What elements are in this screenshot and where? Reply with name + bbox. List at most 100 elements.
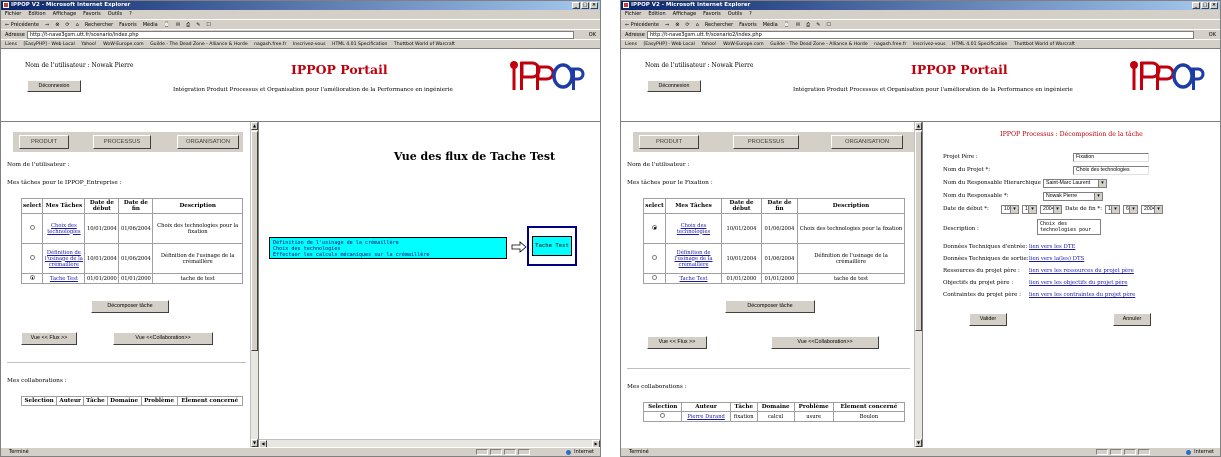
task-radio[interactable] xyxy=(652,275,657,280)
stop-button[interactable]: ⊗ xyxy=(55,20,59,29)
menu-fichier[interactable]: Fichier xyxy=(625,10,641,19)
view-flux-button[interactable]: Vue << Flux >> xyxy=(647,336,707,349)
menu-favoris[interactable]: Favoris xyxy=(703,10,721,19)
objectives-link[interactable]: lien vers les objectifs du projet père xyxy=(1029,280,1128,286)
collab-radio[interactable] xyxy=(660,413,666,418)
left-scrollbar[interactable]: ▲ ▼ xyxy=(250,122,258,447)
scroll-thumb[interactable] xyxy=(251,131,258,351)
task-radio-selected[interactable] xyxy=(652,225,657,230)
history-icon[interactable]: ⌚ xyxy=(164,20,170,29)
link-nagash[interactable]: nagash.free.fr xyxy=(874,42,906,47)
link-thottbot[interactable]: Thottbot World of Warcraft xyxy=(394,42,455,47)
home-button[interactable]: ⌂ xyxy=(76,20,79,29)
flux-hscrollbar[interactable]: ◀ ▶ xyxy=(259,439,600,447)
end-day-select[interactable]: 1 xyxy=(1105,205,1120,214)
edit-icon[interactable]: ✎ xyxy=(196,20,200,29)
decompose-task-button[interactable]: Décomposer tâche xyxy=(725,300,815,313)
tab-produit[interactable]: PRODUIT xyxy=(639,135,699,149)
link-html401[interactable]: HTML 4.01 Specification xyxy=(952,42,1007,47)
scroll-up-icon[interactable]: ▲ xyxy=(915,122,922,130)
search-button[interactable]: Rechercher xyxy=(85,20,113,29)
back-button[interactable]: ⇐ Précédente xyxy=(5,20,39,29)
task-link[interactable]: Tache Test xyxy=(50,276,78,282)
media-button[interactable]: Média xyxy=(763,20,778,29)
collab-author[interactable]: Pierre Durand xyxy=(687,414,725,420)
view-collaboration-button[interactable]: Vue <<Collaboration>> xyxy=(113,332,213,345)
edit-icon[interactable]: ✎ xyxy=(816,20,820,29)
scroll-down-icon[interactable]: ▼ xyxy=(251,439,258,447)
task-radio[interactable] xyxy=(29,255,35,260)
task-link[interactable]: Tache Test xyxy=(680,276,708,282)
menu-outils[interactable]: Outils xyxy=(108,10,122,19)
forward-button[interactable]: ⇒ xyxy=(45,20,49,29)
start-year-select[interactable]: 2004 xyxy=(1040,205,1062,214)
link-wow[interactable]: WoW-Europe.com xyxy=(723,42,764,47)
scroll-down-icon[interactable]: ▼ xyxy=(915,439,922,447)
menu-edition[interactable]: Edition xyxy=(648,10,665,19)
end-year-select[interactable]: 2004 xyxy=(1141,205,1163,214)
link-inscrivez[interactable]: Inscrivez-vous xyxy=(913,42,946,47)
close-button[interactable]: × xyxy=(1210,2,1218,9)
maximize-button[interactable]: □ xyxy=(1201,2,1209,9)
mail-icon[interactable]: ✉ xyxy=(796,20,800,29)
logout-button[interactable]: Déconnexion xyxy=(27,80,81,92)
out-data-link[interactable]: lien vers la(les) DTS xyxy=(1029,256,1084,262)
search-button[interactable]: Rechercher xyxy=(705,20,733,29)
menu-affichage[interactable]: Affichage xyxy=(53,10,77,19)
menu-outils[interactable]: Outils xyxy=(728,10,742,19)
minimize-button[interactable]: _ xyxy=(1192,2,1200,9)
tab-processus[interactable]: PROCESSUS xyxy=(93,135,151,149)
link-guilde[interactable]: Guilde - The Dead Zone - Alliance & Hord… xyxy=(770,42,868,47)
task-radio[interactable] xyxy=(29,225,35,230)
menu-edition[interactable]: Edition xyxy=(28,10,45,19)
start-month-select[interactable]: 1 xyxy=(1022,205,1037,214)
menu-affichage[interactable]: Affichage xyxy=(673,10,697,19)
scroll-thumb[interactable] xyxy=(915,131,922,331)
description-textarea[interactable]: Choix des technologies pour xyxy=(1037,219,1101,235)
address-input[interactable]: http://t-nave3gsm.utt.fr/scenario/index.… xyxy=(27,31,574,39)
flux-task-box[interactable]: Tache Test xyxy=(532,236,572,256)
scroll-left-icon[interactable]: ◀ xyxy=(259,440,267,447)
project-name-field[interactable]: Choix des technologies xyxy=(1073,166,1149,175)
hier-manager-select[interactable]: Saint-Marc Laurent xyxy=(1043,179,1107,188)
close-button[interactable]: × xyxy=(590,2,598,9)
task-link[interactable]: Choix des technologies xyxy=(677,223,710,235)
tab-produit[interactable]: PRODUIT xyxy=(19,135,69,149)
history-icon[interactable]: ⌚ xyxy=(784,20,790,29)
link-guilde[interactable]: Guilde - The Dead Zone - Alliance & Hord… xyxy=(150,42,248,47)
menu-help[interactable]: ? xyxy=(129,10,132,19)
resources-link[interactable]: lien vers les ressources du projet père xyxy=(1029,268,1134,274)
menu-favoris[interactable]: Favoris xyxy=(83,10,101,19)
task-link[interactable]: Définition de l'usinage de la crémaillèr… xyxy=(674,250,712,268)
scroll-right-icon[interactable]: ▶ xyxy=(592,440,600,447)
left-scrollbar[interactable]: ▲ ▼ xyxy=(914,122,922,447)
manager-select[interactable]: Nowak Pierre xyxy=(1043,192,1103,201)
validate-button[interactable]: Valider xyxy=(969,313,1007,326)
link-yahoo[interactable]: Yahoo! xyxy=(81,42,96,47)
view-flux-button[interactable]: Vue << Flux >> xyxy=(21,332,77,345)
print-icon[interactable]: ⎙ xyxy=(186,20,190,29)
forward-button[interactable]: ⇒ xyxy=(665,20,669,29)
view-collaboration-button[interactable]: Vue <<Collaboration>> xyxy=(771,336,879,349)
favorites-button[interactable]: Favoris xyxy=(119,20,137,29)
refresh-button[interactable]: ⟳ xyxy=(65,20,69,29)
tab-organisation[interactable]: ORGANISATION xyxy=(177,135,239,149)
link-html401[interactable]: HTML 4.01 Specification xyxy=(332,42,387,47)
task-link[interactable]: Définition de l'usinage de la crémaillèr… xyxy=(45,250,83,268)
favorites-button[interactable]: Favoris xyxy=(739,20,757,29)
tab-processus[interactable]: PROCESSUS xyxy=(733,135,799,149)
task-link[interactable]: Choix des technologies xyxy=(47,223,80,235)
stop-button[interactable]: ⊗ xyxy=(675,20,679,29)
task-radio[interactable] xyxy=(652,255,657,260)
scroll-up-icon[interactable]: ▲ xyxy=(251,122,258,130)
parent-project-field[interactable]: Fixation xyxy=(1073,153,1149,162)
link-thottbot[interactable]: Thottbot World of Warcraft xyxy=(1014,42,1075,47)
address-input[interactable]: http://t-nave3gsm.utt.fr/scenario2/index… xyxy=(647,31,1194,39)
media-button[interactable]: Média xyxy=(143,20,158,29)
refresh-button[interactable]: ⟳ xyxy=(685,20,689,29)
start-day-select[interactable]: 10 xyxy=(1001,205,1019,214)
task-radio-selected[interactable] xyxy=(29,275,35,280)
in-data-link[interactable]: lien vers les DTE xyxy=(1029,244,1075,250)
logout-button[interactable]: Déconnexion xyxy=(647,80,701,92)
tab-organisation[interactable]: ORGANISATION xyxy=(831,135,903,149)
